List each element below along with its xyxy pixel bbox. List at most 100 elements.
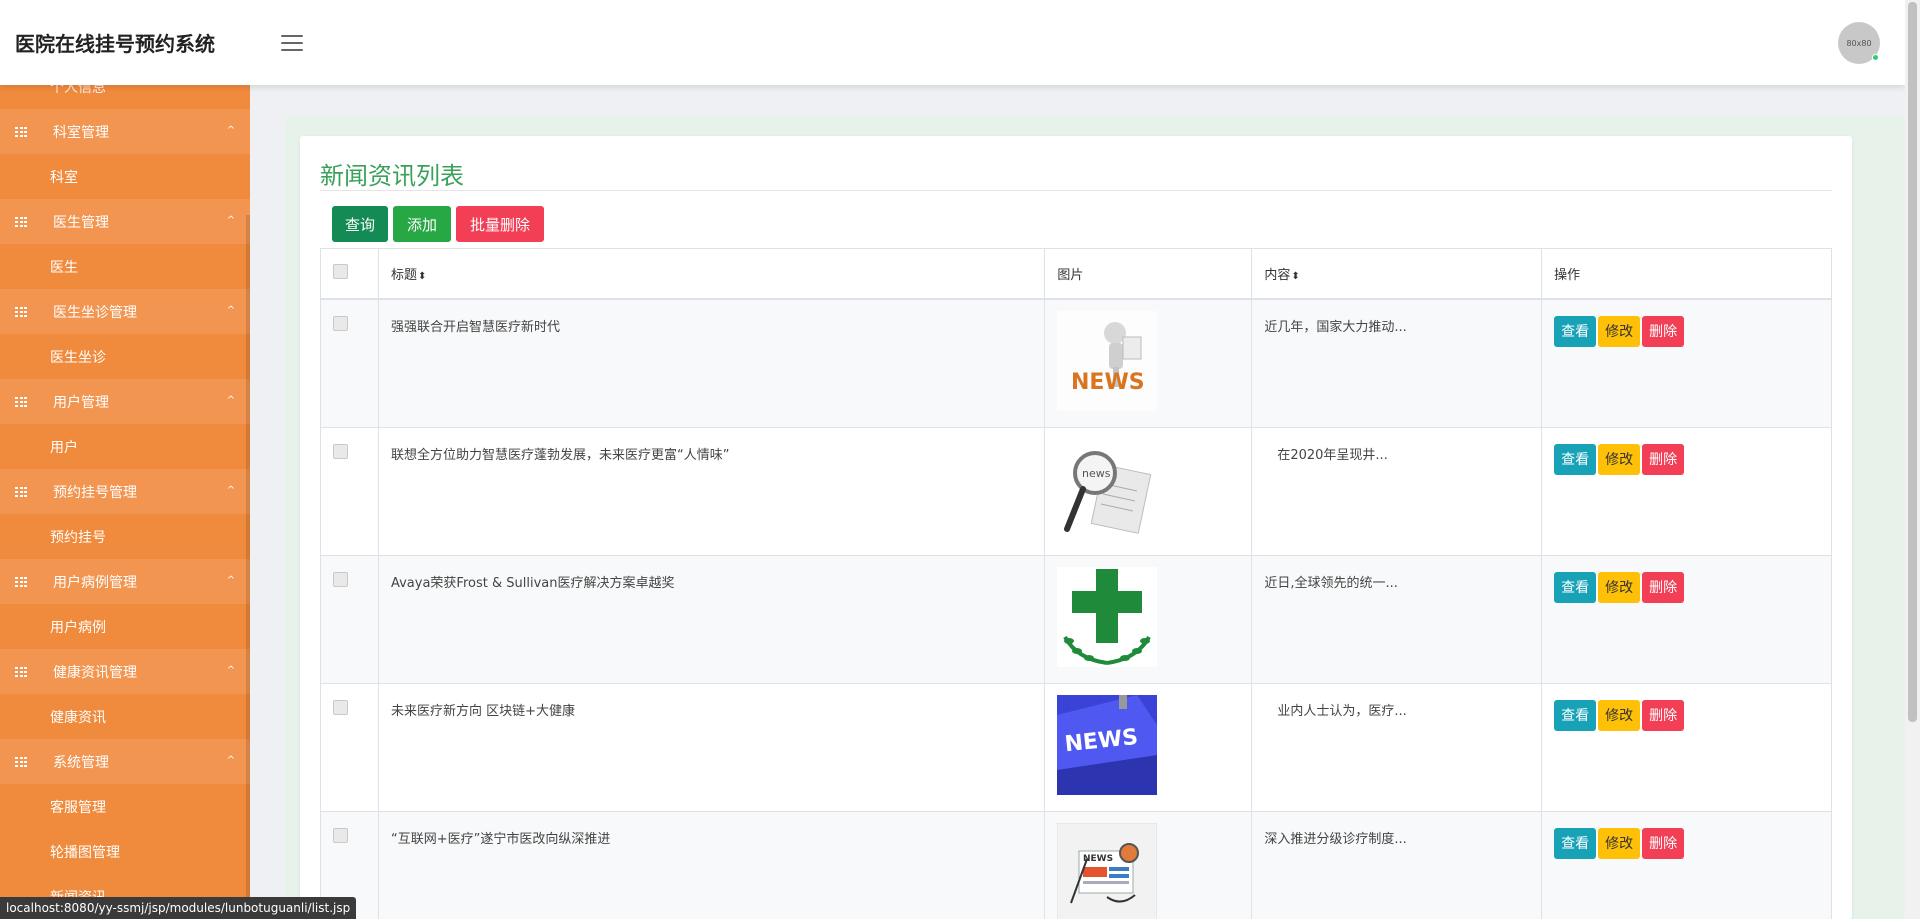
delete-button[interactable]: 删除	[1642, 827, 1685, 859]
news-table: 标题⬍ 图片 内容⬍ 操作 强强联合开启智慧医疗新时代 NEWS 近几年，国家大…	[320, 248, 1832, 919]
svg-text:NEWS: NEWS	[1071, 370, 1145, 395]
sort-icon[interactable]: ⬍	[1291, 271, 1299, 282]
menu-toggle-icon[interactable]	[281, 34, 303, 51]
view-button[interactable]: 查看	[1554, 699, 1597, 731]
chevron-up-icon: ^	[226, 395, 235, 406]
sidebar-scrollbar[interactable]	[246, 215, 250, 915]
image-cell: NEWS	[1044, 298, 1253, 428]
row-checkbox[interactable]	[333, 571, 348, 587]
header-content[interactable]: 内容⬍	[1251, 248, 1543, 300]
sidebar-group-user[interactable]: 用户管理 ^	[0, 379, 250, 424]
content-cell: 近日,全球领先的统一...	[1251, 554, 1543, 684]
sidebar-group-doctor[interactable]: 医生管理 ^	[0, 199, 250, 244]
title-divider	[320, 190, 1832, 191]
view-button[interactable]: 查看	[1554, 827, 1597, 859]
sidebar-item-profile[interactable]: 个人信息	[50, 85, 106, 97]
sidebar-group-label: 用户病例管理	[53, 574, 137, 591]
grid-icon	[15, 666, 27, 677]
query-button[interactable]: 查询	[332, 206, 388, 242]
chevron-up-icon: ^	[226, 305, 235, 316]
header-ops: 操作	[1541, 248, 1832, 300]
sidebar-group-health-news[interactable]: 健康资讯管理 ^	[0, 649, 250, 694]
sidebar-item-user[interactable]: 用户	[0, 424, 250, 469]
chevron-up-icon: ^	[226, 215, 235, 226]
title-cell: “互联网+医疗”遂宁市医改向纵深推进	[377, 810, 1046, 919]
row-checkbox[interactable]	[333, 443, 348, 459]
sidebar-group-doctor-schedule[interactable]: 医生坐诊管理 ^	[0, 289, 250, 334]
news-magnifier-icon: news	[1057, 438, 1158, 539]
view-button[interactable]: 查看	[1554, 571, 1597, 603]
select-all-checkbox[interactable]	[333, 263, 348, 279]
image-cell: NEWS	[1044, 682, 1253, 812]
sidebar-group-label: 预约挂号管理	[53, 484, 137, 501]
sidebar-item-medical-record[interactable]: 用户病例	[0, 604, 250, 649]
toolbar: 查询 添加 批量删除	[332, 206, 544, 242]
green-cross-emblem-icon	[1057, 566, 1158, 667]
header-image: 图片	[1044, 248, 1253, 300]
grid-icon	[15, 306, 27, 317]
sidebar-group-label: 科室管理	[53, 124, 109, 141]
header-title[interactable]: 标题⬍	[377, 248, 1046, 300]
sidebar-item-appointment[interactable]: 预约挂号	[0, 514, 250, 559]
delete-button[interactable]: 删除	[1642, 571, 1685, 603]
content-cell: 在2020年呈现井...	[1251, 426, 1543, 556]
grid-icon	[15, 216, 27, 227]
edit-button[interactable]: 修改	[1598, 443, 1641, 475]
sidebar-item-doctor-schedule[interactable]: 医生坐诊	[0, 334, 250, 379]
page-scrollbar-thumb[interactable]	[1908, 2, 1917, 722]
app-title: 医院在线挂号预约系统	[15, 32, 215, 56]
bulk-delete-button[interactable]: 批量删除	[456, 206, 544, 242]
header-content-label: 内容	[1264, 267, 1291, 283]
delete-button[interactable]: 删除	[1642, 699, 1685, 731]
table-header-row: 标题⬍ 图片 内容⬍ 操作	[320, 248, 1832, 300]
page-scrollbar[interactable]	[1905, 0, 1920, 919]
sidebar-group-medical-record[interactable]: 用户病例管理 ^	[0, 559, 250, 604]
chevron-up-icon: ^	[226, 665, 235, 676]
sidebar-item-department[interactable]: 科室	[0, 154, 250, 199]
ops-cell: 查看 修改 删除	[1541, 298, 1832, 428]
view-button[interactable]: 查看	[1554, 315, 1597, 347]
select-cell	[320, 298, 379, 428]
sidebar-item-customer-service[interactable]: 客服管理	[0, 784, 250, 829]
page-title: 新闻资讯列表	[320, 162, 464, 190]
row-checkbox[interactable]	[333, 315, 348, 331]
title-cell: 强强联合开启智慧医疗新时代	[377, 298, 1046, 428]
row-checkbox[interactable]	[333, 827, 348, 843]
ops-cell: 查看 修改 删除	[1541, 426, 1832, 556]
add-button[interactable]: 添加	[393, 206, 451, 242]
table-row: “互联网+医疗”遂宁市医改向纵深推进 NEWS 深入推进分级诊疗制度... 查看…	[320, 810, 1832, 919]
view-button[interactable]: 查看	[1554, 443, 1597, 475]
sidebar-group-system[interactable]: 系统管理 ^	[0, 739, 250, 784]
sidebar-item-doctor[interactable]: 医生	[0, 244, 250, 289]
avatar-placeholder-text: 80x80	[1846, 38, 1872, 48]
sort-icon[interactable]: ⬍	[418, 271, 426, 282]
news-list-card: 新闻资讯列表 查询 添加 批量删除 标题⬍ 图片 内容⬍ 操作 强强联合开启智慧…	[300, 136, 1852, 919]
sidebar-group-appointment[interactable]: 预约挂号管理 ^	[0, 469, 250, 514]
title-cell: 未来医疗新方向 区块链+大健康	[377, 682, 1046, 812]
sidebar-item-health-news[interactable]: 健康资讯	[0, 694, 250, 739]
sidebar-group-label: 用户管理	[53, 394, 109, 411]
edit-button[interactable]: 修改	[1598, 571, 1641, 603]
grid-icon	[15, 126, 27, 137]
edit-button[interactable]: 修改	[1598, 315, 1641, 347]
grid-icon	[15, 576, 27, 587]
edit-button[interactable]: 修改	[1598, 827, 1641, 859]
avatar[interactable]: 80x80	[1838, 22, 1880, 64]
delete-button[interactable]: 删除	[1642, 443, 1685, 475]
sidebar-group-department[interactable]: 科室管理 ^	[0, 109, 250, 154]
status-url-tooltip: localhost:8080/yy-ssmj/jsp/modules/lunbo…	[0, 897, 357, 919]
sidebar-item-carousel[interactable]: 轮播图管理	[0, 829, 250, 874]
sidebar-group-label: 系统管理	[53, 754, 109, 771]
ops-cell: 查看 修改 删除	[1541, 682, 1832, 812]
news-figure-reading-icon: NEWS	[1057, 310, 1158, 411]
image-cell	[1044, 554, 1253, 684]
row-checkbox[interactable]	[333, 699, 348, 715]
content-cell: 深入推进分级诊疗制度...	[1251, 810, 1543, 919]
title-cell: Avaya荣获Frost & Sullivan医疗解决方案卓越奖	[377, 554, 1046, 684]
delete-button[interactable]: 删除	[1642, 315, 1685, 347]
edit-button[interactable]: 修改	[1598, 699, 1641, 731]
table-row: Avaya荣获Frost & Sullivan医疗解决方案卓越奖 近日,全球领先…	[320, 554, 1832, 684]
chevron-up-icon: ^	[226, 125, 235, 136]
header-select-cell	[320, 248, 379, 300]
table-row: 联想全方位助力智慧医疗蓬勃发展，未来医疗更富“人情味” news 在2020年呈…	[320, 426, 1832, 556]
